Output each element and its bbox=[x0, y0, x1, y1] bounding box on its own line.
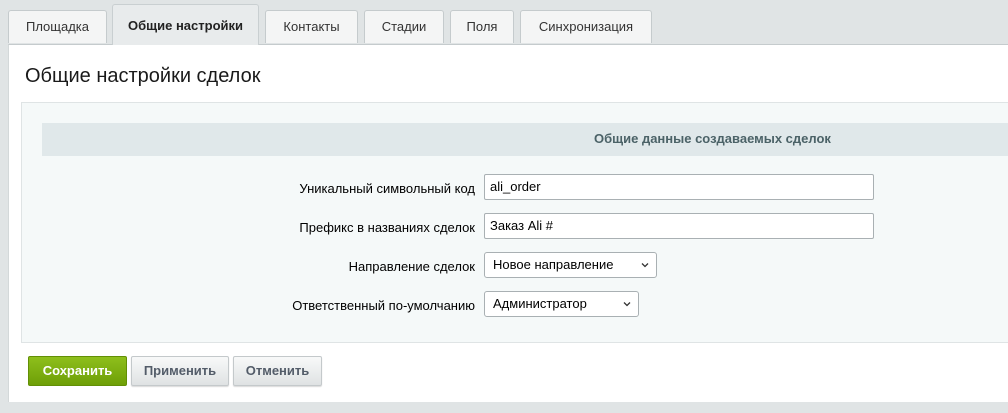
direction-select[interactable]: Новое направление bbox=[484, 252, 657, 278]
tab-sync[interactable]: Синхронизация bbox=[520, 10, 652, 43]
cancel-button[interactable]: Отменить bbox=[233, 356, 322, 386]
chevron-down-icon bbox=[641, 263, 649, 268]
responsible-select-value: Администратор bbox=[493, 296, 587, 311]
responsible-label: Ответственный по-умолчанию bbox=[292, 298, 475, 313]
page-title: Общие настройки сделок bbox=[25, 65, 261, 87]
apply-button[interactable]: Применить bbox=[131, 356, 229, 386]
responsible-select[interactable]: Администратор bbox=[484, 291, 639, 317]
prefix-label: Префикс в названиях сделок bbox=[299, 220, 475, 235]
tab-general-settings[interactable]: Общие настройки bbox=[112, 4, 259, 45]
tab-site[interactable]: Площадка bbox=[8, 10, 107, 43]
tab-fields[interactable]: Поля bbox=[450, 10, 514, 43]
chevron-down-icon bbox=[623, 302, 631, 307]
form-section: Общие данные создаваемых сделок Уникальн… bbox=[21, 102, 1008, 343]
prefix-input[interactable]: Заказ Ali # bbox=[484, 213, 874, 239]
direction-label: Направление сделок bbox=[348, 259, 475, 274]
tab-contacts[interactable]: Контакты bbox=[265, 10, 358, 43]
tab-bar: Площадка Общие настройки Контакты Стадии… bbox=[0, 0, 1008, 45]
section-title: Общие данные создаваемых сделок bbox=[594, 131, 831, 146]
save-button[interactable]: Сохранить bbox=[28, 356, 127, 386]
code-input[interactable]: ali_order bbox=[484, 174, 874, 200]
section-header: Общие данные создаваемых сделок bbox=[42, 123, 1008, 156]
direction-select-value: Новое направление bbox=[493, 257, 614, 272]
settings-panel: Общие настройки сделок Общие данные созд… bbox=[8, 44, 1008, 402]
tab-stages[interactable]: Стадии bbox=[364, 10, 444, 43]
code-label: Уникальный символьный код bbox=[299, 181, 475, 196]
